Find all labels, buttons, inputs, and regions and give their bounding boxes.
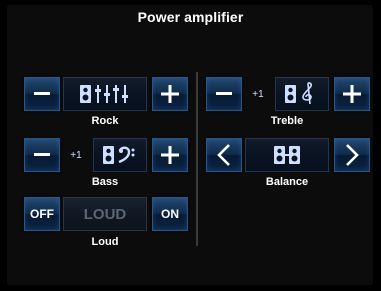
treble-display	[275, 77, 329, 111]
balance-left-button[interactable]	[206, 138, 242, 172]
chevron-left-icon	[217, 144, 230, 166]
plus-icon	[161, 146, 179, 164]
bass-clef-icon	[103, 146, 135, 164]
treble-label: Treble	[270, 115, 304, 127]
minus-icon	[216, 92, 232, 95]
bass-plus-button[interactable]	[152, 138, 188, 172]
rock-plus-button[interactable]	[152, 77, 188, 111]
plus-icon	[343, 85, 361, 103]
bass-value: +1	[70, 150, 82, 161]
minus-icon	[34, 92, 50, 95]
treble-minus-button[interactable]	[206, 77, 242, 111]
treble-clef-icon	[285, 82, 312, 105]
bass-label: Bass	[91, 176, 119, 188]
loud-off-button[interactable]: OFF	[24, 197, 60, 231]
bass-minus-button[interactable]	[24, 138, 60, 172]
speakers-icon	[274, 146, 300, 164]
balance-display	[245, 138, 329, 172]
balance-label: Balance	[265, 176, 309, 188]
rock-label: Rock	[91, 115, 119, 127]
chevron-right-icon	[346, 144, 359, 166]
plus-icon	[161, 85, 179, 103]
bass-display	[93, 138, 147, 172]
rock-equalizer-display	[63, 77, 147, 111]
rock-minus-button[interactable]	[24, 77, 60, 111]
page-title: Power amplifier	[137, 9, 244, 25]
minus-icon	[34, 153, 50, 156]
loud-display: LOUD	[63, 197, 147, 231]
treble-value: +1	[252, 89, 264, 100]
column-divider	[196, 72, 198, 246]
treble-plus-button[interactable]	[334, 77, 370, 111]
equalizer-icon	[80, 85, 128, 103]
loud-on-button[interactable]: ON	[152, 197, 188, 231]
balance-right-button[interactable]	[334, 138, 370, 172]
loud-label: Loud	[91, 236, 119, 248]
